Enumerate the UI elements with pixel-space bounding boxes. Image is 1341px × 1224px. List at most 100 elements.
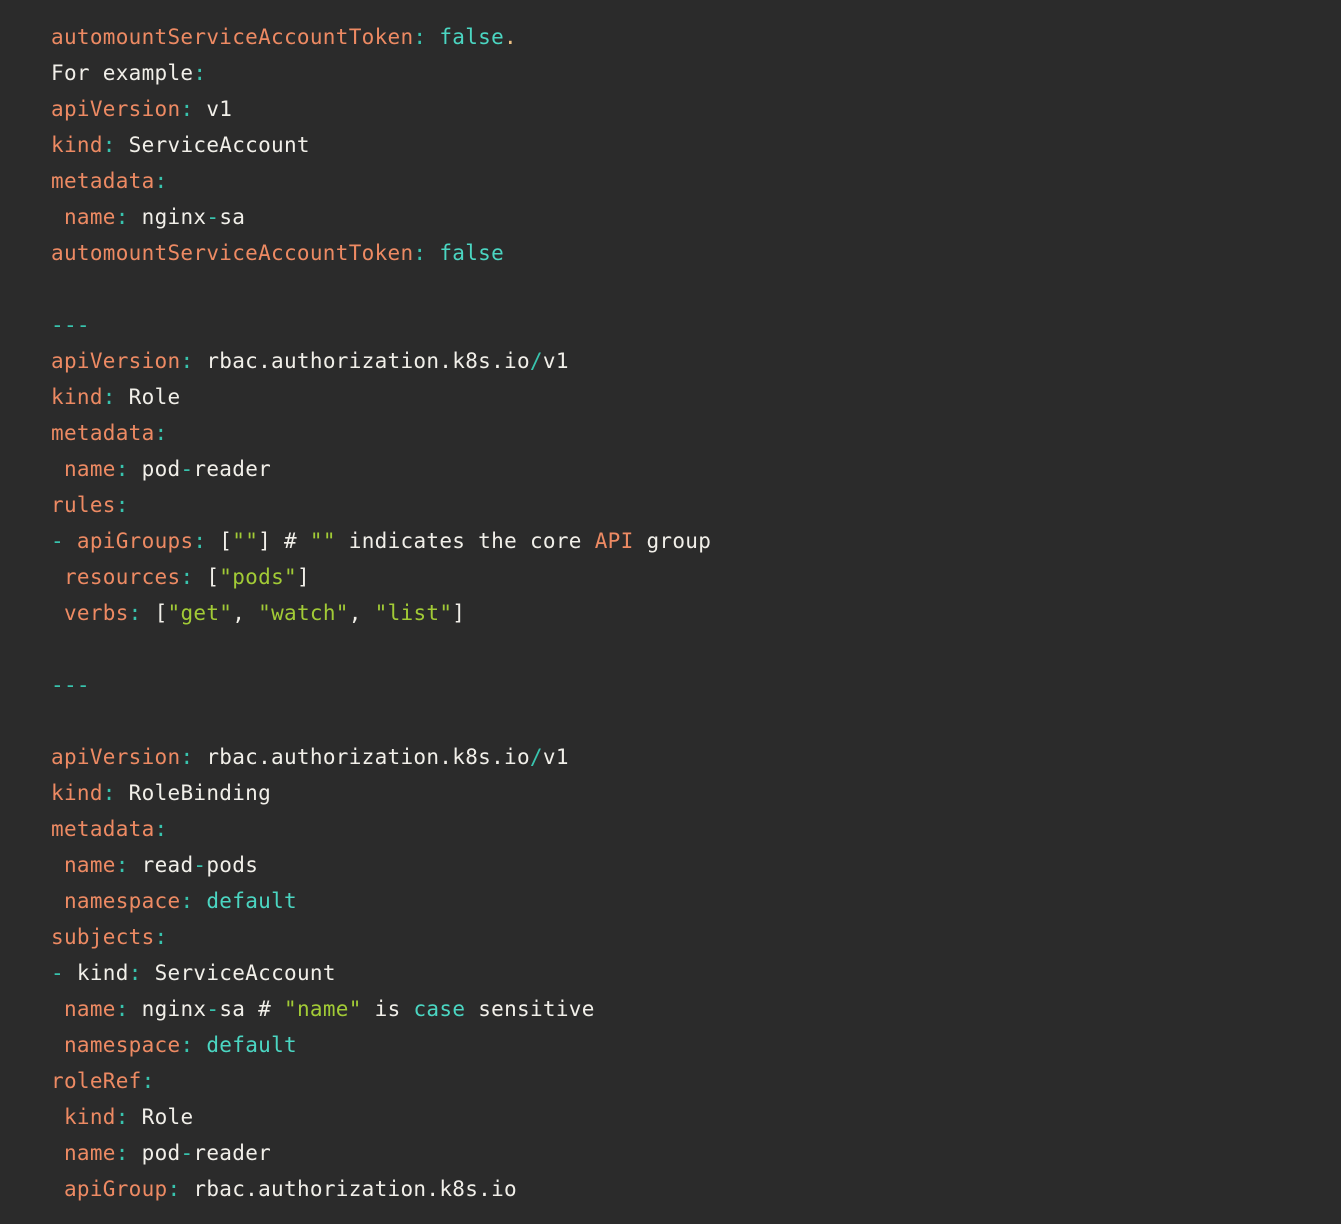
code-segment: default [206,1033,297,1057]
code-segment: ServiceAccount [142,961,336,985]
code-segment: name [64,457,116,481]
code-segment: name [64,997,116,1021]
code-line: metadata: [51,163,1321,199]
code-segment: : [180,349,193,373]
code-line: --- [51,307,1321,343]
code-segment: , [349,601,375,625]
code-segment: group [634,529,712,553]
code-segment: apiVersion [51,97,180,121]
code-segment: - [206,997,219,1021]
code-segment: : [180,889,193,913]
code-segment: kind [51,133,103,157]
code-segment [51,601,64,625]
code-segment: "pods" [219,565,297,589]
code-segment: read [129,853,194,877]
code-segment: metadata [51,421,155,445]
code-segment: ] # [258,529,310,553]
code-segment: rbac.authorization.k8s.io [193,745,530,769]
code-segment: kind [51,385,103,409]
code-line: automountServiceAccountToken: false [51,235,1321,271]
code-line: roleRef: [51,1063,1321,1099]
code-segment: "get" [168,601,233,625]
code-segment: rbac.authorization.k8s.io [180,1177,517,1201]
code-line: - apiGroups: [""] # "" indicates the cor… [51,523,1321,559]
code-segment: , [232,601,258,625]
code-segment [51,205,64,229]
code-line: namespace: default [51,1027,1321,1063]
code-segment: apiGroups [77,529,194,553]
code-segment [426,241,439,265]
code-segment: name [64,205,116,229]
code-segment [193,889,206,913]
code-segment [51,457,64,481]
code-segment: kind [51,781,103,805]
code-line: For example: [51,55,1321,91]
code-segment: - [193,853,206,877]
code-segment: : [142,1069,155,1093]
code-segment: : [155,421,168,445]
code-segment: ServiceAccount [116,133,310,157]
code-line [51,703,1321,739]
code-line: apiVersion: v1 [51,91,1321,127]
code-segment: : [116,853,129,877]
code-segment: : [129,961,142,985]
code-segment: : [155,817,168,841]
code-line: automountServiceAccountToken: false. [51,19,1321,55]
code-line: kind: Role [51,379,1321,415]
code-line [51,631,1321,667]
code-segment: - [206,205,219,229]
code-line: - kind: ServiceAccount [51,955,1321,991]
code-segment: nginx [129,205,207,229]
code-line [51,271,1321,307]
code-segment: namespace [64,1033,181,1057]
code-line: apiVersion: rbac.authorization.k8s.io/v1 [51,739,1321,775]
code-segment: : [103,133,116,157]
code-segment: apiGroup [64,1177,168,1201]
code-segment: For example [51,61,193,85]
code-segment: namespace [64,889,181,913]
code-segment: - [51,529,64,553]
code-segment: - [51,961,64,985]
code-segment: [ [206,529,232,553]
code-segment: : [168,1177,181,1201]
code-segment: apiVersion [51,745,180,769]
code-segment: : [180,565,193,589]
code-segment [51,1177,64,1201]
code-line: name: nginx-sa [51,199,1321,235]
code-segment: "" [232,529,258,553]
code-segment: : [180,745,193,769]
code-segment: automountServiceAccountToken [51,25,413,49]
code-segment: rules [51,493,116,517]
code-segment: : [103,385,116,409]
code-segment: : [116,493,129,517]
code-segment: kind [64,1105,116,1129]
code-segment: ] [297,565,310,589]
code-segment: --- [51,673,90,697]
code-line: resources: ["pods"] [51,559,1321,595]
code-segment: apiVersion [51,349,180,373]
code-segment: sensitive [465,997,594,1021]
code-segment: is [362,997,414,1021]
code-line: name: pod-reader [51,451,1321,487]
code-segment: : [180,1033,193,1057]
code-segment [51,889,64,913]
code-line: name: nginx-sa # "name" is case sensitiv… [51,991,1321,1027]
code-segment: "" [310,529,336,553]
code-line: kind: Role [51,1099,1321,1135]
code-segment: "name" [284,997,362,1021]
code-segment [51,1033,64,1057]
code-line: verbs: ["get", "watch", "list"] [51,595,1321,631]
code-segment: . [504,25,517,49]
code-segment: false [439,25,504,49]
code-line: apiVersion: rbac.authorization.k8s.io/v1 [51,343,1321,379]
code-segment: / [530,349,543,373]
code-segment: name [64,853,116,877]
code-line: --- [51,667,1321,703]
code-segment [64,529,77,553]
code-segment: name [64,1141,116,1165]
code-segment: - [180,1141,193,1165]
code-segment [426,25,439,49]
code-line: kind: RoleBinding [51,775,1321,811]
yaml-code-block: automountServiceAccountToken: false.For … [0,0,1341,1224]
code-segment: automountServiceAccountToken [51,241,413,265]
